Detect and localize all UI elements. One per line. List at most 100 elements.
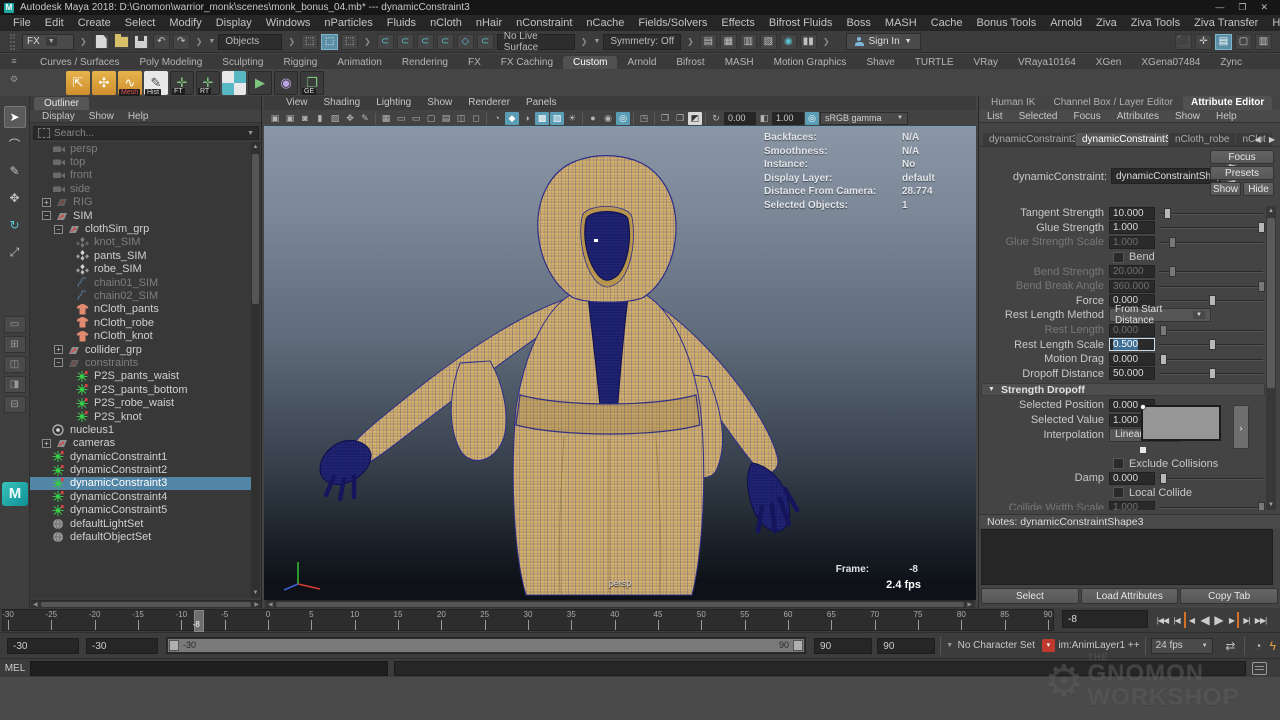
scroll-down-icon[interactable]: ▼ xyxy=(251,588,260,598)
exclude-collisions-checkbox[interactable] xyxy=(1113,458,1124,469)
notes-textarea[interactable] xyxy=(981,529,1273,585)
menu-ncloth[interactable]: nCloth xyxy=(423,15,469,31)
strength-dropoff-ramp[interactable] xyxy=(1141,405,1221,441)
menu-ziva[interactable]: Ziva xyxy=(1089,15,1124,31)
viewport-menu-lighting[interactable]: Lighting xyxy=(368,96,419,110)
anim-layer-field[interactable]: im:AnimLayer1 ++ xyxy=(1058,640,1139,651)
node-tab-dynamicconstraint3[interactable]: dynamicConstraint3 xyxy=(983,133,1075,146)
outliner-item-persp[interactable]: persp xyxy=(30,142,252,155)
scroll-up-icon[interactable]: ▲ xyxy=(251,142,260,152)
menu-select[interactable]: Select xyxy=(118,15,163,31)
outliner-item-chain02-sim[interactable]: chain02_SIM xyxy=(30,289,252,302)
menu-ziva-tools[interactable]: Ziva Tools xyxy=(1124,15,1187,31)
toggle-tool-settings-icon[interactable]: ▢ xyxy=(1235,34,1252,50)
outliner-item-dynamicconstraint5[interactable]: dynamicConstraint5 xyxy=(30,504,252,517)
open-scene-button[interactable] xyxy=(113,34,130,50)
bookmark-icon[interactable]: ▮ xyxy=(313,112,327,125)
rest-length-slider[interactable] xyxy=(1159,324,1265,337)
time-slider-ticks[interactable]: -30-25-20-15-10-505101520253035404550556… xyxy=(2,609,1054,631)
outliner-item-robe-sim[interactable]: robe_SIM xyxy=(30,263,252,276)
ae-menu-list[interactable]: List xyxy=(979,110,1011,122)
toggle-channel-box-icon[interactable]: ▥ xyxy=(1255,34,1272,50)
viewport-horizontal-scrollbar[interactable]: ◀▶ xyxy=(266,600,974,608)
step-forward-frame-button[interactable]: ▶| xyxy=(1240,612,1253,628)
shelf-menu-icon[interactable]: ≡ xyxy=(11,56,16,66)
group-separator[interactable]: ❯ xyxy=(285,37,298,46)
collapse-icon[interactable]: − xyxy=(42,211,51,220)
dropoff-distance-field[interactable]: 50.000 xyxy=(1109,367,1155,380)
ae-menu-focus[interactable]: Focus xyxy=(1065,110,1108,122)
menu-cache[interactable]: Cache xyxy=(924,15,970,31)
view-transform-icon[interactable]: ◎ xyxy=(805,112,819,125)
focus-button[interactable]: Focus xyxy=(1210,150,1274,164)
rest-length-scale-field[interactable]: 0.500 xyxy=(1109,338,1155,351)
save-scene-button[interactable] xyxy=(133,34,150,50)
shelf-gear-icon[interactable]: ⚙ xyxy=(10,74,18,85)
shelf-tab-arnold[interactable]: Arnold xyxy=(617,56,666,69)
collide-width-scale-field[interactable]: 1.000 xyxy=(1109,501,1155,510)
expand-icon[interactable]: + xyxy=(54,345,63,354)
viewport-menu-show[interactable]: Show xyxy=(419,96,460,110)
damp-slider[interactable] xyxy=(1159,472,1265,485)
section-strength-dropoff[interactable]: ▼Strength Dropoff xyxy=(981,383,1265,396)
anim-layer-icon[interactable]: ▾ xyxy=(1042,639,1055,652)
local-collide-checkbox[interactable] xyxy=(1113,487,1124,498)
panel-tab-attribute-editor[interactable]: Attribute Editor xyxy=(1183,96,1272,110)
glue-strength-scale-field[interactable]: 1.000 xyxy=(1109,236,1155,249)
motion-drag-field[interactable]: 0.000 xyxy=(1109,353,1155,366)
outliner-item-collider-grp[interactable]: +collider_grp xyxy=(30,343,252,356)
range-slider-bar[interactable]: -30 90 xyxy=(166,637,806,654)
slider-handle[interactable] xyxy=(1169,266,1176,277)
outliner-item-side[interactable]: side xyxy=(30,182,252,195)
slider-handle[interactable] xyxy=(1160,354,1167,365)
close-button[interactable]: ✕ xyxy=(1260,2,1268,13)
viewport-canvas[interactable]: Backfaces:N/ASmoothness:N/AInstance:NoDi… xyxy=(264,127,976,600)
motion-blur-icon[interactable]: ● xyxy=(586,112,600,125)
menu-modify[interactable]: Modify xyxy=(162,15,208,31)
gate-mask-icon[interactable]: ▢ xyxy=(424,112,438,125)
outliner-item-dynamicconstraint1[interactable]: dynamicConstraint1 xyxy=(30,450,252,463)
slider-handle[interactable] xyxy=(1258,281,1265,292)
slider-handle[interactable] xyxy=(1209,339,1216,350)
textured-icon[interactable]: ◑ xyxy=(520,112,534,125)
outliner-item-knot-sim[interactable]: knot_SIM xyxy=(30,236,252,249)
dynamic-constraint-name-field[interactable]: dynamicConstraintShape3 xyxy=(1111,168,1221,184)
ramp-key-swatch[interactable] xyxy=(1139,446,1147,454)
status-grip[interactable] xyxy=(10,34,15,50)
toggle-attribute-editor-icon[interactable]: ▤ xyxy=(1215,34,1232,50)
go-to-start-button[interactable]: |◀◀ xyxy=(1156,612,1169,628)
menu-effects[interactable]: Effects xyxy=(714,15,761,31)
render-settings-icon[interactable]: ▧ xyxy=(760,34,777,50)
outliner-item-dynamicconstraint2[interactable]: dynamicConstraint2 xyxy=(30,463,252,476)
sign-in-button[interactable]: Sign In ▼ xyxy=(846,33,921,50)
toggle-modeling-toolkit-icon[interactable]: ⬛ xyxy=(1175,34,1192,50)
damp-field[interactable]: 0.000 xyxy=(1109,472,1155,485)
undo-button[interactable]: ↶ xyxy=(153,34,170,50)
rest-length-method-select[interactable]: From Start Distance▼ xyxy=(1109,308,1211,322)
go-to-end-button[interactable]: ▶▶| xyxy=(1254,612,1267,628)
maximize-button[interactable]: ❐ xyxy=(1238,2,1246,13)
shelf-tab-xgena07484[interactable]: XGena07484 xyxy=(1131,56,1210,69)
layout-four-pane-button[interactable]: ⊞ xyxy=(4,336,26,353)
outliner-item-p2s-pants-waist[interactable]: P2S_pants_waist xyxy=(30,370,252,383)
select-camera-icon[interactable]: ▣ xyxy=(268,112,282,125)
layout-persp-graph-button[interactable]: ⊟ xyxy=(4,396,26,413)
menu-fluids[interactable]: Fluids xyxy=(380,15,423,31)
collapse-icon[interactable]: − xyxy=(54,358,63,367)
chevron-down-icon[interactable]: ▼ xyxy=(946,642,953,649)
menu-nparticles[interactable]: nParticles xyxy=(317,15,379,31)
outliner-item-clothsim-grp[interactable]: −clothSim_grp xyxy=(30,222,252,235)
outliner-item-cameras[interactable]: +cameras xyxy=(30,437,252,450)
outliner-item-ncloth-robe[interactable]: nCloth_robe xyxy=(30,316,252,329)
select-object-mode-icon[interactable]: ⬚ xyxy=(321,34,338,50)
camera-attributes-icon[interactable]: ◙ xyxy=(298,112,312,125)
ipr-render-icon[interactable]: ▥ xyxy=(740,34,757,50)
shelf-icon-magic[interactable]: ◉ xyxy=(274,71,298,95)
ramp-expand-button[interactable]: › xyxy=(1233,405,1249,449)
shelf-icon-checker[interactable] xyxy=(222,71,246,95)
menu-ncache[interactable]: nCache xyxy=(579,15,631,31)
ae-menu-show[interactable]: Show xyxy=(1167,110,1208,122)
play-backwards-button[interactable]: ◀ xyxy=(1198,612,1211,628)
wireframe-icon[interactable]: ◔ xyxy=(490,112,504,125)
slider-handle[interactable] xyxy=(1164,208,1171,219)
